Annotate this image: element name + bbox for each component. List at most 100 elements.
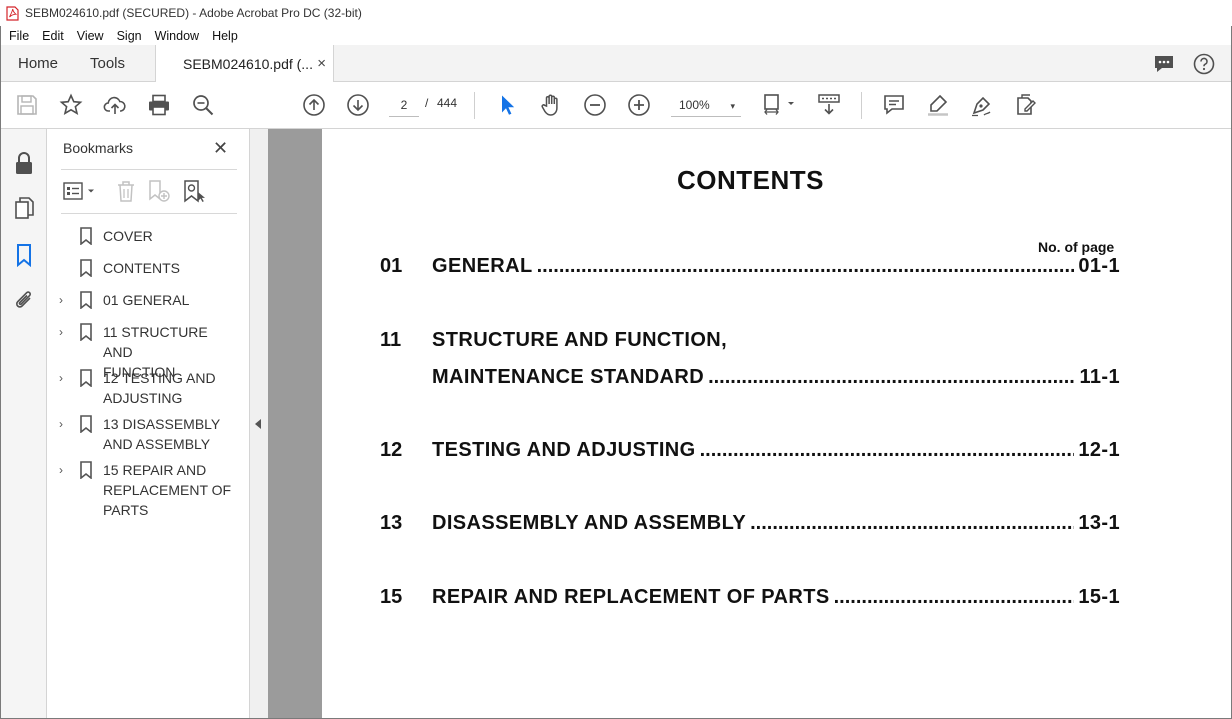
- toc-section-number: 12: [380, 439, 403, 461]
- bookmark-icon: [80, 415, 92, 433]
- chevron-down-icon: ▾: [730, 101, 735, 111]
- page-title: CONTENTS: [677, 165, 824, 195]
- page-thumbnails-icon[interactable]: [13, 196, 35, 220]
- save-icon[interactable]: [15, 93, 39, 117]
- previous-page-icon[interactable]: [302, 93, 326, 117]
- menu-edit[interactable]: Edit: [42, 29, 64, 43]
- close-panel-icon[interactable]: ✕: [213, 138, 228, 159]
- bookmark-icon: [80, 259, 92, 277]
- attachment-paperclip-icon[interactable]: [13, 289, 35, 313]
- pdf-page: CONTENTS No. of page 01 GENERAL 01-1 11 STRU…: [322, 129, 1231, 718]
- bookmark-icon: [80, 461, 92, 479]
- tab-bar: Home Tools SEBM024610.pdf (... ×: [1, 45, 1231, 83]
- toolbar-divider: [861, 92, 862, 119]
- chevron-right-icon[interactable]: ›: [59, 290, 73, 310]
- toc-entry-title: GENERAL: [432, 255, 533, 277]
- page-total: 444: [437, 96, 458, 110]
- print-icon[interactable]: [147, 93, 171, 117]
- toc-page-number: 12-1: [1078, 439, 1120, 461]
- sign-pen-icon[interactable]: [970, 93, 994, 117]
- toc-entry[interactable]: REPAIR AND REPLACEMENT OF PARTS 15-1: [432, 586, 1120, 609]
- zoom-select[interactable]: 100% ▾: [671, 93, 741, 117]
- chevron-right-icon[interactable]: ›: [59, 368, 73, 408]
- bookmark-label: 12 TESTING AND ADJUSTING: [103, 370, 216, 406]
- highlighter-icon[interactable]: [926, 93, 950, 117]
- star-bookmark-icon[interactable]: [59, 93, 83, 117]
- toc-section-number: 13: [380, 512, 403, 534]
- toc-dot-leader: [750, 512, 1074, 535]
- collapse-panel-icon[interactable]: [255, 419, 261, 429]
- toc-page-number: 15-1: [1078, 586, 1120, 608]
- tab-tools[interactable]: Tools: [90, 45, 125, 82]
- select-cursor-icon[interactable]: [495, 93, 519, 117]
- zoom-search-icon[interactable]: [191, 93, 215, 117]
- chevron-right-icon: [59, 258, 73, 278]
- toc-dot-leader: [700, 439, 1075, 462]
- toc-entry[interactable]: GENERAL 01-1: [432, 255, 1120, 278]
- bookmark-label: 13 DISASSEMBLY AND ASSEMBLY: [103, 416, 221, 452]
- menu-sign[interactable]: Sign: [117, 29, 142, 43]
- title-bar: SEBM024610.pdf (SECURED) - Adobe Acrobat…: [0, 0, 1232, 26]
- bookmark-item[interactable]: COVER: [59, 226, 239, 246]
- toc-page-number: 01-1: [1078, 255, 1120, 277]
- comment-bubble-icon[interactable]: [1153, 53, 1175, 75]
- toc-entry-title: REPAIR AND REPLACEMENT OF PARTS: [432, 586, 830, 608]
- next-page-icon[interactable]: [346, 93, 370, 117]
- close-tab-icon[interactable]: ×: [317, 55, 326, 72]
- chevron-right-icon: [59, 226, 73, 246]
- menu-bar: File Edit View Sign Window Help: [0, 26, 1232, 45]
- toc-entry-title: STRUCTURE AND FUNCTION,: [432, 329, 728, 351]
- page-number-input[interactable]: 2: [389, 93, 419, 117]
- toc-entry[interactable]: MAINTENANCE STANDARD 11-1: [432, 366, 1120, 389]
- help-icon[interactable]: [1193, 53, 1215, 75]
- bookmark-label: 01 GENERAL: [103, 292, 190, 308]
- lock-icon[interactable]: [13, 151, 35, 175]
- toc-section-number: 01: [380, 255, 403, 277]
- zoom-out-icon[interactable]: [583, 93, 607, 117]
- tab-home[interactable]: Home: [18, 45, 58, 82]
- hand-tool-icon[interactable]: [539, 93, 563, 117]
- toc-page-number: 13-1: [1078, 512, 1120, 534]
- navigation-rail: [1, 129, 47, 718]
- bookmark-icon: [80, 323, 92, 341]
- bookmark-item[interactable]: › 15 REPAIR AND REPLACEMENT OF PARTS: [59, 460, 239, 520]
- toc-dot-leader: [708, 366, 1075, 389]
- toc-entry[interactable]: TESTING AND ADJUSTING 12-1: [432, 439, 1120, 462]
- menu-file[interactable]: File: [9, 29, 29, 43]
- cloud-upload-icon[interactable]: [103, 93, 127, 117]
- bookmarks-header: Bookmarks: [63, 140, 134, 156]
- chevron-right-icon[interactable]: ›: [59, 460, 73, 520]
- toc-dot-leader: [834, 586, 1075, 609]
- bookmark-item[interactable]: › 01 GENERAL: [59, 290, 239, 310]
- zoom-in-icon[interactable]: [627, 93, 651, 117]
- bookmark-item[interactable]: › 12 TESTING AND ADJUSTING: [59, 368, 239, 408]
- scroll-mode-icon[interactable]: [817, 93, 841, 117]
- panel-splitter[interactable]: [250, 129, 268, 718]
- bookmark-options-icon[interactable]: [62, 179, 98, 203]
- find-bookmark-icon[interactable]: [181, 179, 207, 203]
- window-title: SEBM024610.pdf (SECURED) - Adobe Acrobat…: [25, 6, 362, 20]
- delete-bookmark-icon[interactable]: [113, 179, 139, 203]
- chevron-right-icon[interactable]: ›: [59, 414, 73, 454]
- menu-help[interactable]: Help: [212, 29, 238, 43]
- edit-document-icon[interactable]: [1014, 93, 1038, 117]
- menu-view[interactable]: View: [77, 29, 104, 43]
- toc-dot-leader: [537, 255, 1075, 278]
- bookmark-panel-icon[interactable]: [13, 243, 35, 267]
- bookmark-label: COVER: [103, 228, 153, 244]
- bookmark-icon: [80, 369, 92, 387]
- toc-entry[interactable]: DISASSEMBLY AND ASSEMBLY 13-1: [432, 512, 1120, 535]
- menu-window[interactable]: Window: [155, 29, 199, 43]
- panel-divider: [61, 213, 237, 214]
- bookmark-item[interactable]: › 13 DISASSEMBLY AND ASSEMBLY: [59, 414, 239, 454]
- comment-note-icon[interactable]: [882, 93, 906, 117]
- bookmark-item[interactable]: CONTENTS: [59, 258, 239, 278]
- new-bookmark-icon[interactable]: [146, 179, 172, 203]
- toc-entry-line: STRUCTURE AND FUNCTION,: [432, 329, 1120, 352]
- toc-entry-title: MAINTENANCE STANDARD: [432, 366, 705, 388]
- page-column-header: No. of page: [1038, 239, 1115, 255]
- toc-section-number: 11: [380, 329, 402, 351]
- page-fit-icon[interactable]: [762, 93, 796, 117]
- tab-document[interactable]: SEBM024610.pdf (... ×: [155, 45, 334, 83]
- document-gutter: [268, 129, 322, 718]
